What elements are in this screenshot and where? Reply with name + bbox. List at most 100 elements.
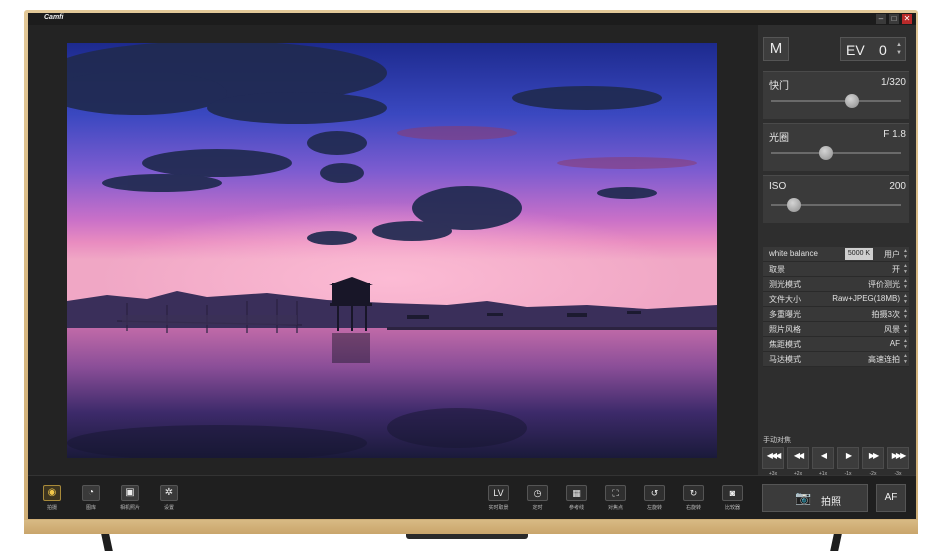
- white-balance-value[interactable]: 5000 K: [845, 248, 873, 260]
- ev-stepper-icon[interactable]: ▲ ▼: [896, 41, 902, 57]
- rotate-right-button[interactable]: ↻ 右旋转: [679, 484, 708, 512]
- stepper-icon[interactable]: ▲ ▼: [903, 338, 908, 350]
- tv-leg-right: [830, 534, 842, 551]
- ev-label: EV: [846, 42, 865, 58]
- nav-shoot-button[interactable]: ◉ 拍摄: [40, 484, 64, 512]
- stepper-icon[interactable]: ▲ ▼: [903, 293, 908, 305]
- iso-slider-thumb[interactable]: [787, 198, 802, 212]
- setting-name: 焦距模式: [769, 340, 801, 349]
- timer-button[interactable]: ◷ 定时: [523, 484, 552, 512]
- tv-leg-left: [101, 534, 113, 551]
- setting-name: 多重曝光: [769, 310, 801, 319]
- setting-value: 风景: [884, 325, 900, 334]
- setting-white-balance[interactable]: white balance 5000 K 用户 ▲ ▼: [763, 247, 909, 262]
- rotate-left-button[interactable]: ↺ 左旋转: [640, 484, 669, 512]
- tool-label: 右旋转: [685, 505, 701, 511]
- take-photo-label: 拍照: [821, 497, 841, 508]
- focus-far-1x-button[interactable]: ▶ -1x: [837, 447, 859, 477]
- focus-point-button[interactable]: ⛶ 对焦点: [601, 484, 630, 512]
- stepper-icon[interactable]: ▲ ▼: [903, 308, 908, 320]
- shutter-slider-track[interactable]: [771, 100, 901, 102]
- timer-icon: ◷: [527, 485, 548, 501]
- shutter-slider-thumb[interactable]: [844, 94, 859, 108]
- aperture-control: 光圈 F 1.8: [763, 123, 909, 171]
- bottom-toolbar: ◉ 拍摄 ◔ 图库 ▣ 相机照片 ✲ 设置 LV 实时取景 ◷ 定时 ▦ 参考线…: [28, 475, 916, 519]
- ev-value: 0: [879, 42, 887, 58]
- focus-far-3x-button[interactable]: ▶▶▶ -3x: [887, 447, 909, 477]
- setting-picture-style[interactable]: 照片风格 风景 ▲ ▼: [763, 322, 909, 337]
- setting-live-view[interactable]: 取景 开 ▲ ▼: [763, 262, 909, 277]
- settings-icon: ✲: [160, 485, 178, 501]
- exposure-mode-button[interactable]: M: [763, 37, 789, 61]
- triple-right-icon: ▶▶▶: [891, 451, 906, 460]
- stepper-icon[interactable]: ▲ ▼: [903, 323, 908, 335]
- tool-label: 参考线: [568, 505, 584, 511]
- settings-list: white balance 5000 K 用户 ▲ ▼ 取景 开 ▲ ▼ 测光模式 …: [763, 247, 909, 367]
- nav-label: 图库: [85, 505, 96, 511]
- manual-focus-controls: ◀◀◀ +3x ◀◀ +2x ◀ +1x ▶ -1x ▶▶ -2x ▶▶▶ -3…: [762, 447, 909, 477]
- iso-control: ISO 200: [763, 175, 909, 223]
- setting-value: Raw+JPEG(18MB): [832, 294, 900, 303]
- nav-settings-button[interactable]: ✲ 设置: [157, 484, 181, 512]
- take-photo-button[interactable]: 📷 拍照: [762, 484, 868, 512]
- grid-button[interactable]: ▦ 参考线: [562, 484, 591, 512]
- camera-icon: ◉: [43, 485, 61, 501]
- autofocus-button[interactable]: AF: [876, 484, 906, 512]
- camfi-app-window: Camfi – □ ✕ M EV 0 ▲ ▼ 快门 1/320 光圈 F 1.8…: [28, 13, 916, 519]
- focus-far-2x-button[interactable]: ▶▶ -2x: [862, 447, 884, 477]
- setting-focus-mode[interactable]: 焦距模式 AF ▲ ▼: [763, 337, 909, 352]
- stepper-icon[interactable]: ▲ ▼: [903, 353, 908, 365]
- nav-camera-photos-button[interactable]: ▣ 相机照片: [118, 484, 142, 512]
- setting-name: white balance: [769, 249, 818, 258]
- aperture-slider-thumb[interactable]: [818, 146, 833, 160]
- focus-near-1x-button[interactable]: ◀ +1x: [812, 447, 834, 477]
- tool-label: 定时: [532, 505, 543, 511]
- triple-left-icon: ◀◀◀: [766, 451, 781, 460]
- setting-value: AF: [889, 339, 900, 348]
- aperture-value: F 1.8: [883, 129, 906, 140]
- stepper-icon[interactable]: ▲ ▼: [903, 248, 908, 260]
- live-view-photo[interactable]: [67, 43, 717, 458]
- close-button[interactable]: ✕: [902, 14, 912, 24]
- setting-value: 拍摄3次: [871, 310, 900, 319]
- live-view-button[interactable]: LV 实时取景: [484, 484, 513, 512]
- stepper-icon[interactable]: ▲ ▼: [903, 278, 908, 290]
- ev-control[interactable]: EV 0 ▲ ▼: [840, 37, 906, 61]
- stepper-icon[interactable]: ▲ ▼: [903, 263, 908, 275]
- tool-buttons: LV 实时取景 ◷ 定时 ▦ 参考线 ⛶ 对焦点 ↺ 左旋转 ↻ 右旋转 ◙ 比…: [484, 484, 747, 512]
- compare-icon: ◙: [722, 485, 743, 501]
- setting-drive-mode[interactable]: 马达模式 高速连拍 ▲ ▼: [763, 352, 909, 367]
- setting-metering-mode[interactable]: 测光模式 评价测光 ▲ ▼: [763, 277, 909, 292]
- maximize-button[interactable]: □: [889, 14, 899, 24]
- rotate-right-icon: ↻: [683, 485, 704, 501]
- setting-name: 文件大小: [769, 295, 801, 304]
- aperture-label: 光圈: [769, 133, 789, 144]
- live-view-icon: LV: [488, 485, 509, 501]
- iso-label: ISO: [769, 181, 787, 192]
- tool-label: 左旋转: [646, 505, 662, 511]
- tv-stand-bar: [406, 534, 528, 539]
- nav-gallery-button[interactable]: ◔ 图库: [79, 484, 103, 512]
- live-view-area: [28, 25, 758, 475]
- nav-label: 拍摄: [46, 505, 57, 511]
- white-balance-mode: 用户: [884, 250, 900, 259]
- shutter-control: 快门 1/320: [763, 71, 909, 119]
- iso-value: 200: [889, 181, 906, 192]
- compare-button[interactable]: ◙ 比较器: [718, 484, 747, 512]
- setting-file-size[interactable]: 文件大小 Raw+JPEG(18MB) ▲ ▼: [763, 292, 909, 307]
- aperture-slider-track[interactable]: [771, 152, 901, 154]
- minimize-button[interactable]: –: [876, 14, 886, 24]
- camera-photos-icon: ▣: [121, 485, 139, 501]
- grid-icon: ▦: [566, 485, 587, 501]
- focus-near-3x-button[interactable]: ◀◀◀ +3x: [762, 447, 784, 477]
- manual-focus-label: 手动对焦: [763, 437, 791, 444]
- rotate-left-icon: ↺: [644, 485, 665, 501]
- sunset-photo: [67, 43, 717, 458]
- tv-bezel: [24, 520, 918, 534]
- setting-multiple-exposure[interactable]: 多重曝光 拍摄3次 ▲ ▼: [763, 307, 909, 322]
- title-bar: Camfi – □ ✕: [28, 13, 916, 25]
- setting-name: 测光模式: [769, 280, 801, 289]
- setting-value: 开: [892, 265, 900, 274]
- focus-near-2x-button[interactable]: ◀◀ +2x: [787, 447, 809, 477]
- double-right-icon: ▶▶: [868, 451, 879, 460]
